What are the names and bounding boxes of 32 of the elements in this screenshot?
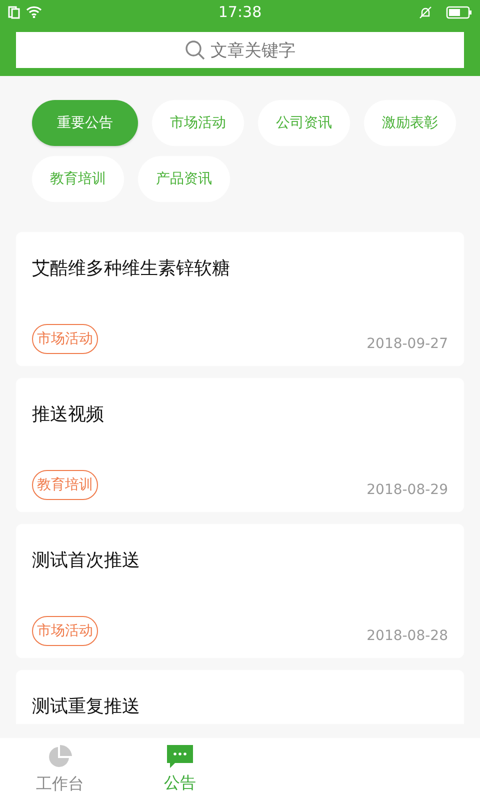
category-chip[interactable]: 教育培训	[32, 156, 124, 202]
article-title: 测试重复推送	[32, 695, 140, 718]
battery-icon	[446, 6, 472, 18]
wifi-icon	[26, 6, 42, 18]
category-chip[interactable]: 重要公告	[32, 100, 138, 146]
article-tag: 市场活动	[32, 324, 98, 354]
article-tag: 市场活动	[32, 616, 98, 646]
category-chip[interactable]: 激励表彰	[364, 100, 456, 146]
category-chip[interactable]: 市场活动	[152, 100, 244, 146]
search-placeholder: 文章关键字	[210, 40, 296, 62]
article-title: 艾酷维多种维生素锌软糖	[32, 257, 230, 280]
article-date: 2018-09-27	[366, 336, 448, 352]
category-chip[interactable]: 产品资讯	[138, 156, 230, 202]
search-field[interactable]: 文章关键字	[16, 32, 464, 68]
article-date: 2018-08-29	[366, 482, 448, 498]
bell-muted-icon	[419, 6, 432, 18]
tab[interactable]: 公告	[120, 738, 240, 800]
sim-icon	[8, 6, 20, 18]
article-card[interactable]: 测试首次推送 市场活动 2018-08-28	[16, 524, 464, 658]
article-date: 2018-08-28	[366, 628, 448, 644]
article-card[interactable]: 艾酷维多种维生素锌软糖 市场活动 2018-09-27	[16, 232, 464, 366]
category-chip[interactable]: 公司资讯	[258, 100, 350, 146]
article-card[interactable]: 测试重复推送	[16, 670, 464, 724]
search-icon	[184, 40, 204, 60]
chat-bubble-icon	[167, 744, 193, 768]
pie-chart-icon	[47, 744, 73, 770]
tab[interactable]: 工作台	[0, 738, 120, 800]
article-card[interactable]: 推送视频 教育培训 2018-08-29	[16, 378, 464, 512]
article-title: 测试首次推送	[32, 549, 140, 572]
status-time: 17:38	[218, 3, 262, 21]
article-tag: 教育培训	[32, 470, 98, 500]
article-title: 推送视频	[32, 403, 104, 426]
